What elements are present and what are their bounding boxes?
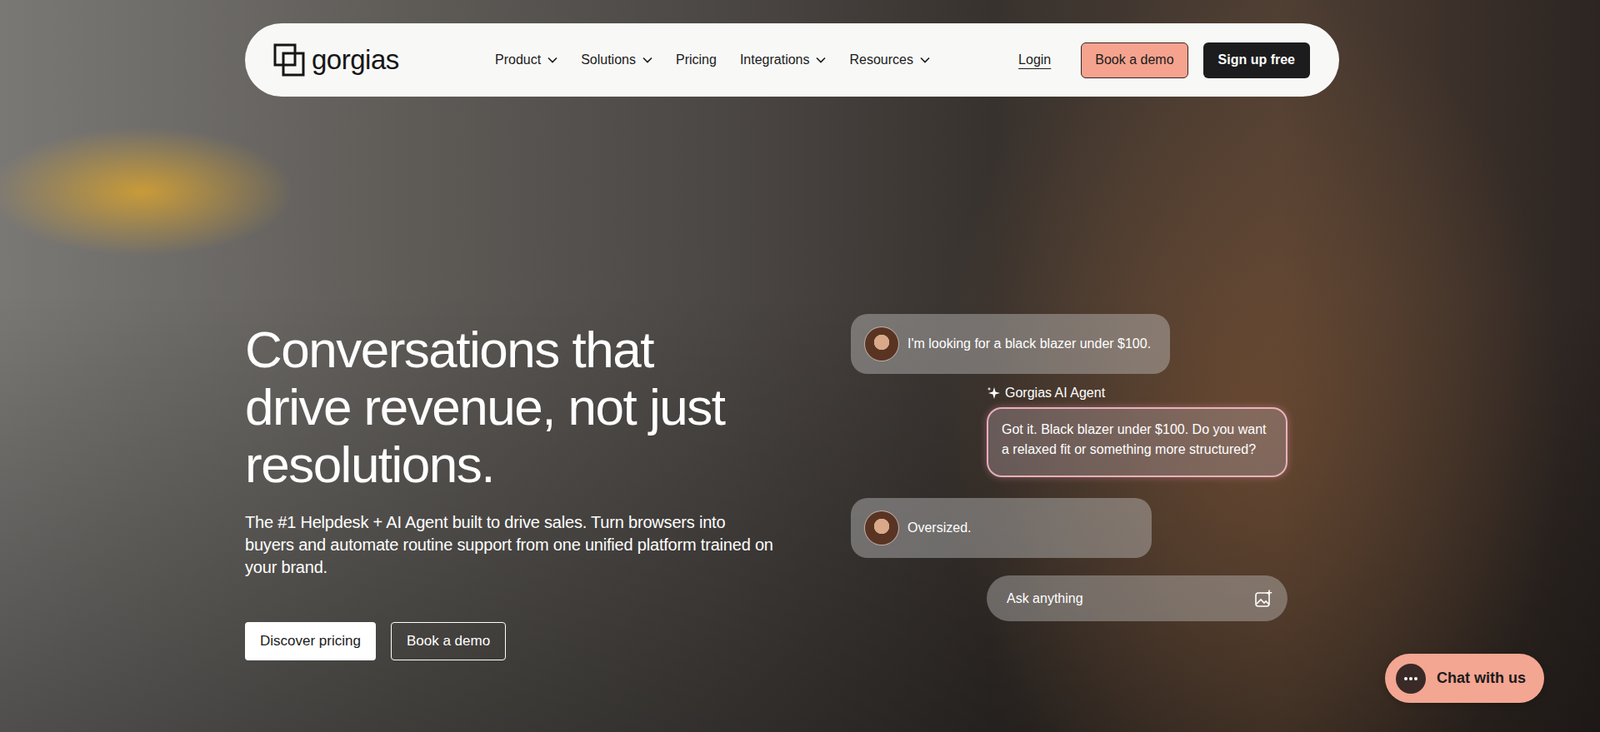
nav-item-label[interactable]: Solutions xyxy=(580,52,636,68)
chevron-down-icon xyxy=(547,56,558,64)
nav-item-label[interactable]: Resources xyxy=(849,52,913,68)
avatar-icon xyxy=(864,510,900,546)
user-message: Oversized. xyxy=(850,498,1152,559)
sparkle-icon xyxy=(986,386,1000,400)
message-text: I'm looking for a black blazer under $10… xyxy=(907,336,1151,352)
message-text: Oversized. xyxy=(907,520,971,536)
nav-item[interactable]: Solutions xyxy=(580,52,653,68)
chat-bubble-icon xyxy=(1395,663,1427,695)
avatar-icon xyxy=(864,326,900,362)
nav-item-label[interactable]: Integrations xyxy=(740,52,810,68)
hero-content: Conversations thatdrive revenue, not jus… xyxy=(245,314,1600,661)
agent-name: Gorgias AI Agent xyxy=(1005,385,1105,401)
nav-actions: Login Book a demo Sign up free xyxy=(1018,42,1310,79)
chevron-down-icon xyxy=(920,56,930,64)
nav-item[interactable]: Resources xyxy=(849,52,930,68)
nav-item-label[interactable]: Pricing xyxy=(675,52,717,68)
nav-item[interactable]: Pricing xyxy=(675,52,717,68)
discover-pricing-button[interactable]: Discover pricing xyxy=(245,622,376,661)
nav-item[interactable]: Product xyxy=(495,52,558,68)
chat-demo: I'm looking for a black blazer under $10… xyxy=(850,314,1288,622)
cta-buttons: Discover pricing Book a demo xyxy=(245,622,851,661)
book-demo-button[interactable]: Book a demo xyxy=(1080,42,1188,79)
user-message: I'm looking for a black blazer under $10… xyxy=(850,314,1170,375)
ask-field[interactable] xyxy=(986,575,1288,622)
headline-line: Conversations that xyxy=(245,320,851,379)
headline: Conversations thatdrive revenue, not jus… xyxy=(245,320,851,494)
login-link[interactable]: Login xyxy=(1018,52,1051,68)
logo-icon xyxy=(273,43,305,77)
agent-message: Got it. Black blazer under $100. Do you … xyxy=(986,407,1288,478)
nav-menu: Product Solutions Pricing Integrations Resou… xyxy=(495,52,930,68)
book-demo-button[interactable]: Book a demo xyxy=(390,622,506,661)
image-upload-icon xyxy=(1254,590,1273,609)
hero-text: Conversations thatdrive revenue, not jus… xyxy=(245,314,851,661)
hero: gorgias Product Solutions Pricing Integratio… xyxy=(0,0,1600,732)
chat-widget-label[interactable]: Chat with us xyxy=(1436,670,1526,688)
headline-line: resolutions. xyxy=(245,435,851,494)
chat-widget-button[interactable]: Chat with us xyxy=(1385,654,1545,704)
logo-text[interactable]: gorgias xyxy=(311,44,400,76)
ask-input[interactable] xyxy=(1005,590,1255,608)
sign-up-button[interactable]: Sign up free xyxy=(1203,42,1310,79)
nav-item[interactable]: Integrations xyxy=(740,52,827,68)
chevron-down-icon xyxy=(815,56,826,64)
navbar: gorgias Product Solutions Pricing Integratio… xyxy=(245,23,1340,97)
agent-label: Gorgias AI Agent xyxy=(986,385,1288,401)
subtitle: The #1 Helpdesk + AI Agent built to driv… xyxy=(245,511,779,580)
headline-line: drive revenue, not just xyxy=(245,378,851,436)
nav-item-label[interactable]: Product xyxy=(495,52,541,68)
logo[interactable]: gorgias xyxy=(273,43,495,77)
chevron-down-icon xyxy=(642,56,653,64)
message-text: Got it. Black blazer under $100. Do you … xyxy=(1001,422,1267,457)
